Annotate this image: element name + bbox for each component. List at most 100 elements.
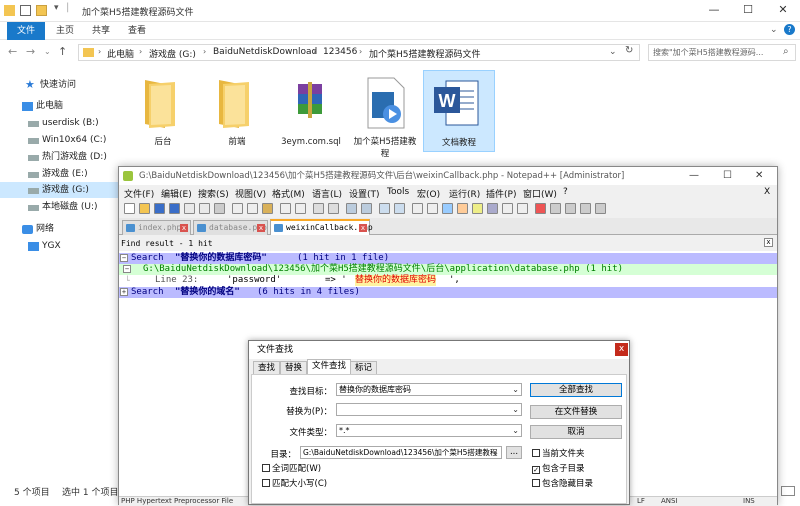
menu-settings[interactable]: 设置(T): [349, 187, 380, 200]
undo-icon[interactable]: [280, 203, 291, 214]
doc-map-icon[interactable]: [472, 203, 483, 214]
checkbox-box[interactable]: [262, 479, 270, 487]
menu-plugins[interactable]: 插件(P): [486, 187, 516, 200]
menu-edit[interactable]: 编辑(E): [161, 187, 192, 200]
search-input[interactable]: 搜索"加个菜H5搭建教程源码...: [648, 44, 796, 61]
menu-tools[interactable]: Tools: [387, 187, 409, 197]
expand-ribbon-icon[interactable]: ⌄: [770, 25, 778, 35]
hit-line[interactable]: └ Line 23: 'password' => ' 替换你的数据库密码 ',: [119, 275, 777, 286]
function-list-icon[interactable]: [487, 203, 498, 214]
copy-icon[interactable]: [247, 203, 258, 214]
fold-plus-icon[interactable]: +: [120, 288, 128, 296]
menu-run[interactable]: 运行(R): [449, 187, 480, 200]
menu-search[interactable]: 搜索(S): [198, 187, 229, 200]
minimize-button[interactable]: —: [697, 0, 731, 22]
run-macro-multiple-icon[interactable]: [580, 203, 591, 214]
nav-ygx[interactable]: YGX: [0, 238, 118, 254]
menu-file[interactable]: 文件(F): [124, 187, 154, 200]
tab-database-php[interactable]: database.php x: [193, 220, 268, 235]
stop-macro-icon[interactable]: [550, 203, 561, 214]
wrap-icon[interactable]: [412, 203, 423, 214]
breadcrumb-baidu[interactable]: BaiduNetdiskDownload: [213, 47, 317, 57]
chevron-down-icon[interactable]: ⌄: [512, 404, 519, 415]
open-file-icon[interactable]: [139, 203, 150, 214]
tab-close-icon[interactable]: x: [257, 224, 265, 232]
zoom-out-icon[interactable]: [361, 203, 372, 214]
udl-icon[interactable]: [457, 203, 468, 214]
record-macro-icon[interactable]: [535, 203, 546, 214]
menu-macro[interactable]: 宏(O): [417, 187, 440, 200]
tab-file[interactable]: 文件: [7, 22, 46, 40]
find-icon[interactable]: [313, 203, 324, 214]
dialog-tab-mark[interactable]: 标记: [350, 361, 378, 374]
find-what-combo[interactable]: 替换你的数据库密码 ⌄: [336, 383, 522, 396]
maximize-button[interactable]: ☐: [731, 0, 765, 22]
filters-combo[interactable]: *.* ⌄: [336, 424, 522, 437]
properties-icon[interactable]: [20, 5, 31, 16]
forward-icon[interactable]: →: [26, 45, 35, 58]
address-bar[interactable]: › 此电脑 › 游戏盘 (G:) › BaiduNetdiskDownload …: [78, 44, 640, 61]
menu-view[interactable]: 视图(V): [235, 187, 266, 200]
checkbox-box[interactable]: [262, 464, 270, 472]
file-item-word-doc[interactable]: W 文档教程: [423, 70, 495, 152]
search-line[interactable]: + Search "替换你的域名" (6 hits in 4 files): [119, 287, 777, 298]
menu-window[interactable]: 窗口(W): [523, 187, 557, 200]
follow-current-doc-checkbox[interactable]: 当前文件夹: [532, 449, 585, 459]
monitoring-icon[interactable]: [517, 203, 528, 214]
checkbox-checked[interactable]: ✓: [532, 466, 540, 474]
nav-network[interactable]: 网络: [0, 221, 118, 237]
nav-drive-b[interactable]: userdisk (B:): [0, 115, 118, 131]
tab-view[interactable]: 查看: [120, 22, 154, 40]
print-icon[interactable]: [214, 203, 225, 214]
up-icon[interactable]: ↑: [58, 45, 67, 58]
nav-drive-d[interactable]: 热门游戏盘 (D:): [0, 149, 118, 165]
file-item-video[interactable]: 加个菜H5搭建教程: [350, 70, 420, 160]
sync-v-icon[interactable]: [379, 203, 390, 214]
dialog-tab-find-in-files[interactable]: 文件查找: [307, 359, 352, 375]
find-all-button[interactable]: 全部查找: [530, 383, 622, 397]
dialog-close-button[interactable]: x: [615, 343, 628, 356]
menu-help[interactable]: ?: [563, 187, 568, 197]
folder-workspace-icon[interactable]: [502, 203, 513, 214]
nav-drive-e[interactable]: 游戏盘 (E:): [0, 166, 118, 182]
sub-folders-checkbox[interactable]: ✓ 包含子目录: [532, 464, 585, 474]
save-icon[interactable]: [154, 203, 165, 214]
tab-home[interactable]: 主页: [48, 22, 82, 40]
file-item-sql-archive[interactable]: 3eym.com.sql: [276, 70, 346, 160]
breadcrumb-drive-g[interactable]: 游戏盘 (G:): [149, 47, 196, 60]
search-icon[interactable]: ⌕: [783, 46, 789, 57]
zoom-in-icon[interactable]: [346, 203, 357, 214]
sync-h-icon[interactable]: [394, 203, 405, 214]
nav-drive-u[interactable]: 本地磁盘 (U:): [0, 199, 118, 215]
redo-icon[interactable]: [295, 203, 306, 214]
npp-minimize-button[interactable]: —: [689, 167, 699, 185]
fold-minus-icon[interactable]: −: [123, 265, 131, 273]
nav-this-pc[interactable]: 此电脑: [0, 98, 118, 114]
directory-combo[interactable]: G:\BaiduNetdiskDownload\123456\加个菜H5搭建教程…: [300, 446, 502, 459]
breadcrumb-current[interactable]: 加个菜H5搭建教程源码文件: [369, 47, 481, 60]
file-item-qianduan[interactable]: 前端: [202, 70, 272, 160]
whole-word-checkbox[interactable]: 全词匹配(W): [262, 464, 321, 474]
hidden-folders-checkbox[interactable]: 包含隐藏目录: [532, 479, 593, 489]
close-document-button[interactable]: X: [764, 187, 770, 197]
match-case-checkbox[interactable]: 匹配大小写(C): [262, 479, 327, 489]
refresh-icon[interactable]: ↻: [625, 45, 633, 56]
cut-icon[interactable]: [232, 203, 243, 214]
checkbox-box[interactable]: [532, 449, 540, 457]
new-file-icon[interactable]: [124, 203, 135, 214]
nav-quick-access[interactable]: ★ 快速访问: [0, 77, 118, 93]
npp-maximize-button[interactable]: ☐: [723, 167, 732, 185]
chevron-down-icon[interactable]: ⌄: [492, 447, 499, 458]
search-line[interactable]: − Search "替换你的数据库密码" (1 hit in 1 file): [119, 253, 777, 264]
back-icon[interactable]: ←: [8, 45, 17, 58]
help-icon[interactable]: ?: [784, 24, 795, 35]
dialog-tab-replace[interactable]: 替换: [280, 361, 308, 374]
checkbox-box[interactable]: [532, 479, 540, 487]
dialog-tab-find[interactable]: 查找: [253, 361, 281, 374]
fold-minus-icon[interactable]: −: [120, 254, 128, 262]
address-dropdown-icon[interactable]: ⌄: [609, 47, 617, 57]
replace-with-combo[interactable]: ⌄: [336, 403, 522, 416]
customize-qa-icon[interactable]: ▾: [54, 3, 59, 13]
replace-icon[interactable]: [328, 203, 339, 214]
browse-directory-button[interactable]: ...: [506, 446, 522, 459]
